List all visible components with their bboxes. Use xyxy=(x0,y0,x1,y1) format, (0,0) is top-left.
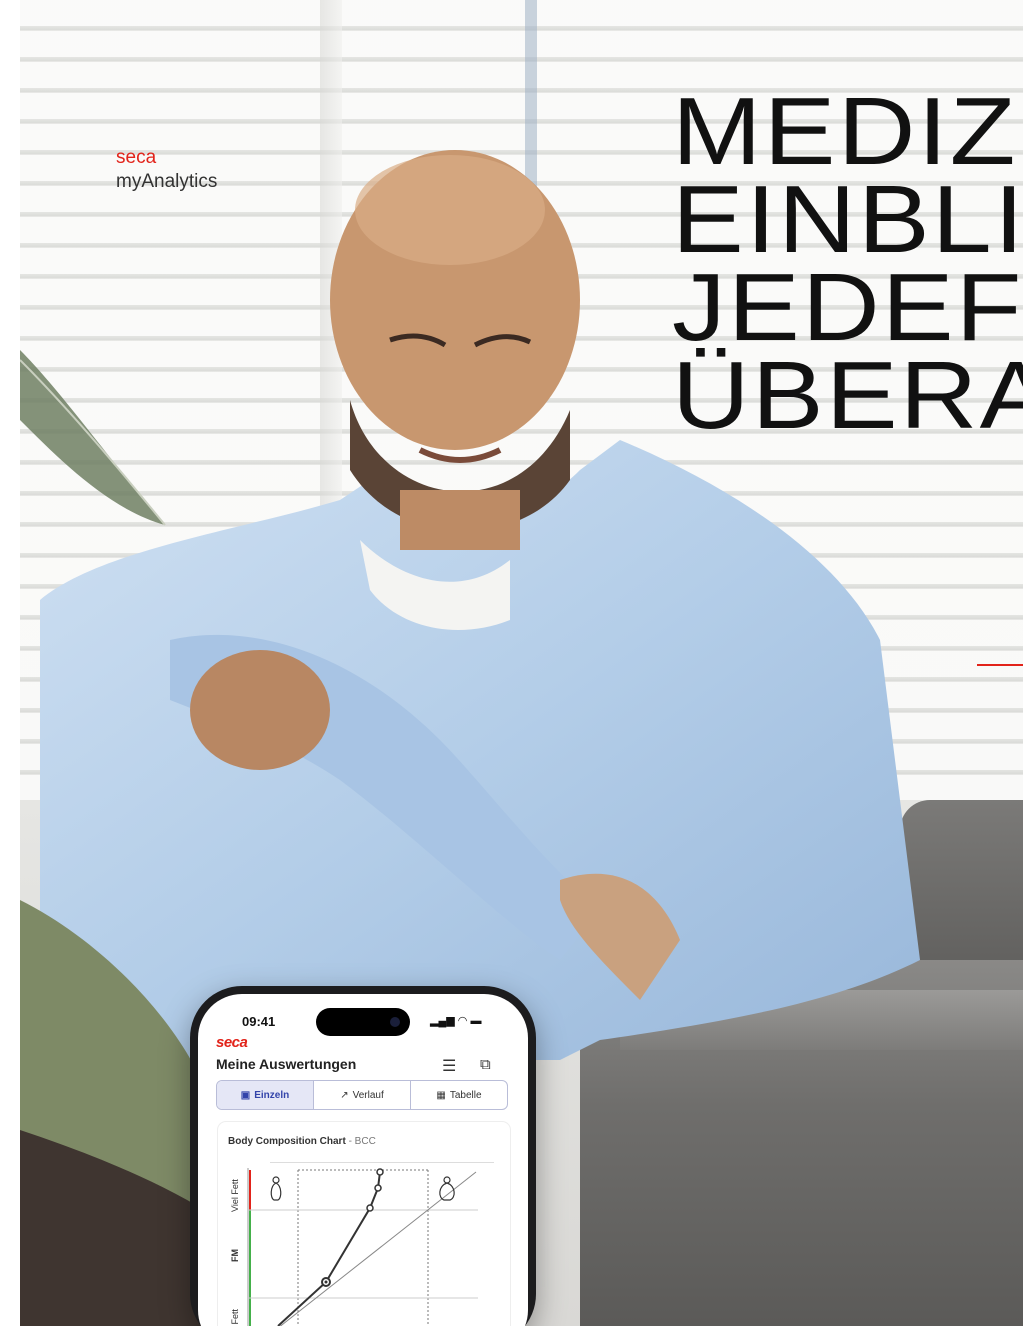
left-margin xyxy=(0,0,20,1326)
battery-icon: ▬ xyxy=(470,1015,482,1027)
brand-product: myAnalytics xyxy=(116,171,218,192)
page: seca myAnalytics MEDIZ EINBLI JEDEF ÜBER… xyxy=(0,0,1023,1326)
status-bar: 09:41 ▂▄▆ ◠ ▬ xyxy=(198,994,528,1036)
brand-company: seca xyxy=(116,147,157,168)
body-figure-icon xyxy=(439,1176,455,1201)
person-head xyxy=(330,150,580,550)
tab-label: Einzeln xyxy=(254,1089,290,1101)
chart-trajectory xyxy=(277,1171,381,1326)
headline-line-1: MEDIZ xyxy=(672,78,1018,185)
card-divider xyxy=(270,1162,494,1163)
card-title: Body Composition Chart - BCC xyxy=(228,1136,376,1147)
headline-line-3: JEDEF xyxy=(672,254,1023,361)
phone-screen: 09:41 ▂▄▆ ◠ ▬ seca Meine Auswertungen ☰ … xyxy=(198,994,528,1326)
body-figure-icon xyxy=(270,1176,282,1201)
headline-line-2: EINBLI xyxy=(672,166,1023,273)
tab-verlauf[interactable]: ↗ Verlauf xyxy=(314,1081,411,1109)
filter-icon[interactable]: ☰ xyxy=(442,1056,456,1076)
tab-tabelle[interactable]: ▦ Tabelle xyxy=(411,1081,507,1109)
chart-point xyxy=(366,1204,374,1212)
brand-block: seca myAnalytics xyxy=(116,146,217,194)
headline-line-4: ÜBERA xyxy=(672,342,1023,449)
smartphone: 09:41 ▂▄▆ ◠ ▬ seca Meine Auswertungen ☰ … xyxy=(190,986,536,1326)
wifi-icon: ◠ xyxy=(457,1015,468,1027)
table-icon: ▦ xyxy=(436,1089,446,1101)
chart-point xyxy=(324,1280,328,1284)
card-subtitle: - BCC xyxy=(348,1136,376,1147)
accent-line xyxy=(977,664,1023,666)
status-icons: ▂▄▆ ◠ ▬ xyxy=(430,1014,481,1027)
chart-icon: ▣ xyxy=(240,1089,251,1101)
dynamic-island xyxy=(316,1008,410,1036)
tab-einzeln[interactable]: ▣ Einzeln xyxy=(217,1081,314,1109)
chart-point xyxy=(374,1184,382,1192)
camera-icon xyxy=(390,1017,400,1027)
signal-icon: ▂▄▆ xyxy=(430,1015,455,1027)
view-tabs: ▣ Einzeln ↗ Verlauf ▦ Tabelle xyxy=(216,1080,508,1110)
tab-label: Verlauf xyxy=(352,1089,384,1101)
screen-title: Meine Auswertungen xyxy=(216,1056,357,1072)
bcc-card[interactable]: Body Composition Chart - BCC Viel Fett F… xyxy=(218,1122,510,1326)
trend-icon: ↗ xyxy=(340,1089,349,1101)
copy-icon[interactable]: ⧉ xyxy=(480,1056,491,1073)
tab-label: Tabelle xyxy=(449,1089,482,1101)
card-title-text: Body Composition Chart xyxy=(228,1136,346,1147)
app-logo: seca xyxy=(216,1034,248,1051)
headline: MEDIZ EINBLI JEDEF ÜBERA xyxy=(672,78,1023,449)
chart-point xyxy=(376,1168,384,1176)
bcc-chart xyxy=(247,1168,478,1326)
chart-reference-line xyxy=(279,1171,477,1326)
status-time: 09:41 xyxy=(242,1014,276,1029)
